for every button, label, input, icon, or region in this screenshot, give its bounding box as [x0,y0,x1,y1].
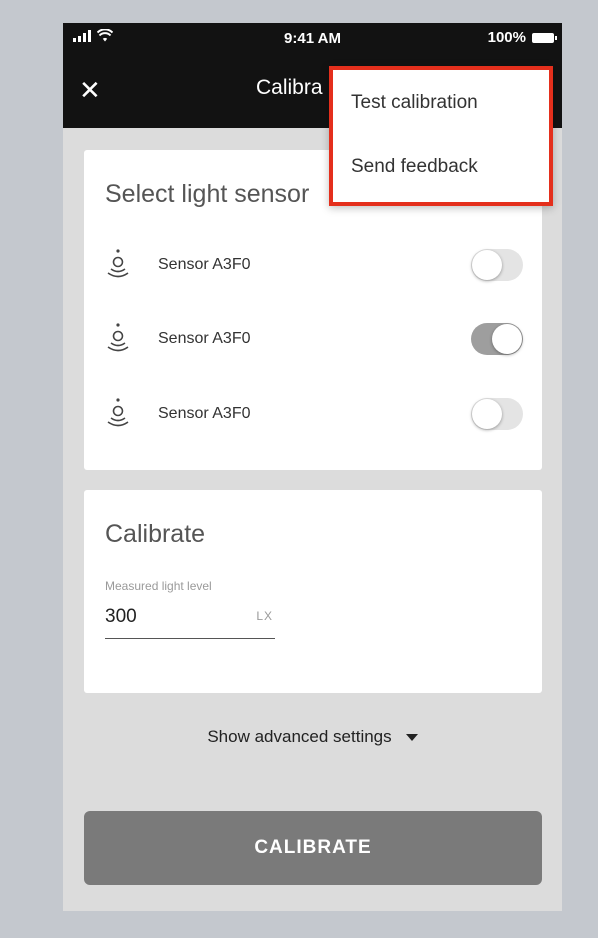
battery-percent: 100% [487,29,526,46]
light-sensor-icon [107,323,129,352]
overflow-menu: Test calibration Send feedback [329,66,553,206]
sensor-toggle[interactable] [471,323,523,355]
sensor-label: Sensor A3F0 [158,330,251,347]
light-level-label: Measured light level [105,579,212,593]
sensor-label: Sensor A3F0 [158,405,251,422]
light-sensor-icon [107,249,129,278]
calibrate-card-title: Calibrate [105,520,206,548]
page-title: Calibra [256,76,323,99]
calibrate-button[interactable]: CALIBRATE [84,811,542,885]
sensor-card-title: Select light sensor [105,180,310,208]
show-advanced-settings-button[interactable]: Show advanced settings [63,727,562,747]
sensor-row: Sensor A3F0 [105,394,523,434]
toggle-knob [472,399,502,429]
sensor-toggle[interactable] [471,249,523,281]
menu-item-send-feedback[interactable]: Send feedback [351,156,478,178]
sensor-toggle[interactable] [471,398,523,430]
caret-down-icon [405,734,418,742]
light-level-value: 300 [105,606,137,627]
menu-item-test-calibration[interactable]: Test calibration [351,92,478,114]
close-icon[interactable]: ✕ [79,77,101,103]
light-sensor-icon [107,398,129,427]
sensor-label: Sensor A3F0 [158,256,251,273]
light-level-input[interactable]: 300 LX [105,598,275,639]
light-level-unit: LX [256,609,273,623]
status-bar: 9:41 AM 100% [63,23,562,53]
advanced-settings-label: Show advanced settings [207,727,392,746]
status-right: 100% [487,29,557,46]
sensor-row: Sensor A3F0 [105,319,523,359]
battery-icon [532,32,557,43]
toggle-knob [472,250,502,280]
calibrate-card: Calibrate Measured light level 300 LX [84,490,542,693]
sensor-row: Sensor A3F0 [105,245,523,285]
toggle-knob [492,324,522,354]
